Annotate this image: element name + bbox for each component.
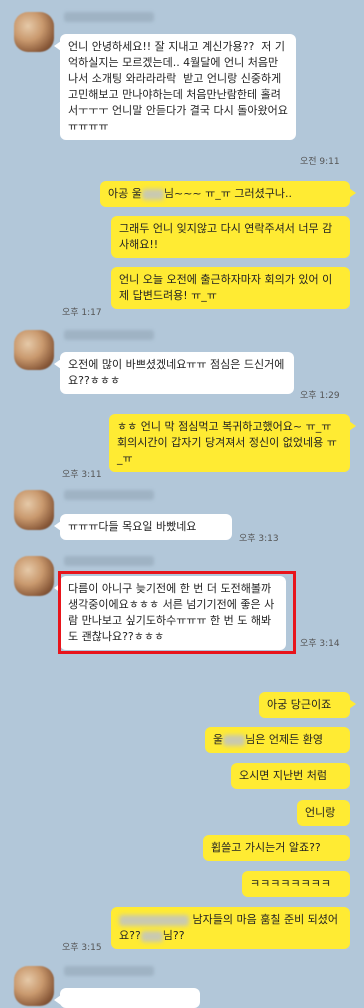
- avatar[interactable]: [14, 330, 54, 370]
- message-bubble: 언니랑: [297, 800, 350, 826]
- timestamp: 오전 9:11: [300, 157, 340, 167]
- message-text: 님~~~ ㅠ_ㅠ 그러셨구나..: [163, 187, 292, 200]
- message-bubble: 언니 안녕하세요!! 잘 지내고 계신가용?? 저 기억하실지는 모르겠는데..…: [54, 34, 296, 140]
- timestamp: 오후 3:15: [62, 943, 102, 953]
- message-text: 울: [213, 733, 224, 746]
- timestamp: 오후 3:11: [62, 470, 102, 480]
- blurred-name: [119, 914, 189, 926]
- timestamp: 오후 3:14: [300, 639, 340, 649]
- avatar[interactable]: [14, 490, 54, 530]
- sender-name: [64, 966, 154, 976]
- sender-name: [64, 556, 154, 566]
- red-highlight-box: [58, 571, 296, 654]
- message-bubble: 오전에 많이 바쁘셨겠네요ㅠㅠ 점심은 드신거에요??ㅎㅎㅎ: [54, 352, 294, 394]
- message-bubble: 남자들의 마음 훔칠 준비 되셨어요?? 님??: [111, 907, 350, 949]
- blurred-name: [223, 734, 246, 746]
- timestamp: 오후 3:13: [239, 534, 279, 544]
- avatar[interactable]: [14, 12, 54, 52]
- sender-name: [64, 490, 154, 500]
- message-text: 아공 울: [108, 187, 142, 200]
- avatar[interactable]: [14, 966, 54, 1006]
- message-bubble: 오시면 지난번 처럼: [231, 763, 350, 789]
- message-bubble: ㅎㅎ 언니 막 점심먹고 복귀하고했어요~ ㅠ_ㅠ 회의시간이 갑자기 당겨져서…: [109, 414, 356, 472]
- timestamp: 오후 1:17: [62, 308, 102, 318]
- message-bubble-partial: [54, 988, 200, 1008]
- avatar[interactable]: [14, 556, 54, 596]
- message-bubble: 아궁 당근이죠: [259, 692, 356, 718]
- sender-name: [64, 330, 154, 340]
- message-bubble: 그래두 언니 잊지않고 다시 연락주셔서 너무 감사해요!!: [111, 216, 350, 258]
- message-bubble: 아공 울 님~~~ ㅠ_ㅠ 그러셨구나..: [100, 181, 356, 207]
- message-text: 님??: [162, 929, 185, 942]
- message-bubble: 휩쓸고 가시는거 알죠??: [203, 835, 350, 861]
- message-bubble: ㅋㅋㅋㅋㅋㅋㅋㅋ: [242, 871, 350, 897]
- sender-name: [64, 12, 154, 22]
- message-bubble: ㅠㅠㅠ다들 목요일 바빴네요: [54, 514, 232, 540]
- message-bubble: 언니 오늘 오전에 출근하자마자 회의가 있어 이제 답변드려용! ㅠ_ㅠ: [111, 267, 350, 309]
- timestamp: 오후 1:29: [300, 391, 340, 401]
- message-bubble: 울 님은 언제든 환영: [205, 727, 350, 753]
- blurred-name: [141, 188, 164, 200]
- message-text: 님은 언제든 환영: [245, 733, 323, 746]
- blurred-name: [140, 930, 163, 942]
